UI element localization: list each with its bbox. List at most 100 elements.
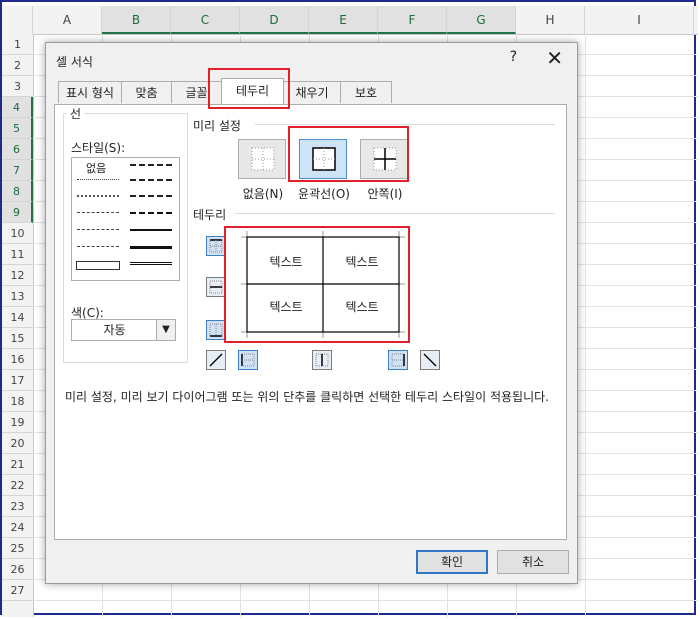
tab-protection[interactable]: 보호 — [340, 81, 392, 103]
row-header[interactable]: 23 — [2, 496, 33, 517]
presets-divider — [255, 124, 555, 125]
select-all-corner[interactable] — [2, 6, 33, 34]
preset-none-label: 없음(N) — [242, 187, 284, 201]
line-style-option[interactable] — [130, 262, 172, 265]
row-header[interactable]: 17 — [2, 370, 33, 391]
border-top-icon — [209, 239, 223, 253]
border-tab-panel: 선 스타일(S): 없음 색(C): 자동 ▼ 미리 설정 없음(N) 윤곽선(… — [54, 104, 567, 540]
row-header[interactable]: 10 — [2, 223, 33, 244]
line-style-option[interactable] — [77, 195, 119, 197]
border-left-button[interactable] — [238, 350, 258, 370]
row-header[interactable]: 3 — [2, 76, 33, 97]
row-header[interactable]: 18 — [2, 391, 33, 412]
row-header[interactable]: 21 — [2, 454, 33, 475]
row-header[interactable]: 4 — [2, 97, 33, 118]
column-header-a[interactable]: A — [33, 6, 102, 34]
line-style-option[interactable] — [130, 246, 172, 249]
border-inside-horizontal-icon — [209, 280, 223, 294]
row-header[interactable]: 27 — [2, 580, 33, 601]
line-style-option[interactable] — [77, 246, 119, 247]
row-header[interactable]: 25 — [2, 538, 33, 559]
border-bottom-button[interactable] — [206, 320, 226, 340]
line-style-none[interactable]: 없음 — [86, 160, 106, 176]
row-header-bar: 1 2 3 4 5 6 7 8 9 10 11 12 13 14 15 16 1… — [2, 34, 34, 617]
column-header-h[interactable]: H — [516, 6, 585, 34]
style-label: 스타일(S): — [71, 141, 126, 155]
hint-text: 미리 설정, 미리 보기 다이어그램 또는 위의 단추를 클릭하면 선택한 테두… — [65, 390, 549, 404]
color-value: 자동 — [103, 323, 126, 337]
line-style-option[interactable] — [130, 195, 172, 197]
line-style-option[interactable] — [77, 179, 119, 180]
row-header[interactable]: 6 — [2, 139, 33, 160]
color-dropdown[interactable]: 자동 ▼ — [71, 319, 176, 341]
row-header[interactable]: 26 — [2, 559, 33, 580]
border-diagonal-down-button[interactable] — [420, 350, 440, 370]
close-icon[interactable]: ✕ — [546, 46, 563, 70]
border-inside-vertical-button[interactable] — [312, 350, 332, 370]
line-style-option[interactable] — [130, 229, 172, 231]
row-header[interactable]: 13 — [2, 286, 33, 307]
tab-border[interactable]: 테두리 — [221, 78, 284, 104]
preset-none-button[interactable] — [238, 139, 286, 179]
preview-text: 텍스트 — [345, 255, 379, 269]
tab-font[interactable]: 글꼴 — [171, 81, 222, 103]
border-inside-icon — [373, 147, 397, 171]
column-header-e[interactable]: E — [309, 6, 378, 34]
format-cells-dialog: 셀 서식 ? ✕ 표시 형식 맞춤 글꼴 테두리 채우기 보호 선 스타일(S)… — [45, 42, 578, 584]
row-header[interactable]: 14 — [2, 307, 33, 328]
column-header-i[interactable]: I — [585, 6, 694, 34]
tab-number-format[interactable]: 표시 형식 — [58, 81, 122, 103]
line-style-option[interactable] — [130, 179, 172, 181]
row-header[interactable]: 9 — [2, 202, 33, 223]
border-inside-vertical-icon — [315, 353, 329, 367]
row-header[interactable]: 5 — [2, 118, 33, 139]
row-header[interactable]: 20 — [2, 433, 33, 454]
border-bottom-icon — [209, 323, 223, 337]
line-style-option[interactable] — [77, 229, 119, 230]
column-header-g[interactable]: G — [447, 6, 516, 34]
row-header[interactable]: 1 — [2, 34, 33, 55]
line-style-option[interactable] — [130, 164, 172, 166]
line-style-option[interactable] — [77, 212, 119, 213]
row-header[interactable]: 8 — [2, 181, 33, 202]
column-header-d[interactable]: D — [240, 6, 309, 34]
tab-fill[interactable]: 채우기 — [283, 81, 341, 103]
column-header-c[interactable]: C — [171, 6, 240, 34]
row-header[interactable]: 7 — [2, 160, 33, 181]
border-right-icon — [391, 353, 405, 367]
border-diagonal-up-button[interactable] — [206, 350, 226, 370]
help-button[interactable]: ? — [510, 49, 517, 65]
cancel-button[interactable]: 취소 — [497, 550, 569, 574]
row-header[interactable]: 19 — [2, 412, 33, 433]
row-header[interactable]: 24 — [2, 517, 33, 538]
column-header-f[interactable]: F — [378, 6, 447, 34]
border-right-button[interactable] — [388, 350, 408, 370]
preview-grid-lines — [241, 231, 405, 338]
preview-text: 텍스트 — [269, 255, 303, 269]
border-none-icon — [251, 147, 275, 171]
line-style-selected[interactable] — [76, 261, 120, 270]
line-group-title: 선 — [67, 105, 85, 122]
row-header[interactable]: 12 — [2, 265, 33, 286]
preset-inside-button[interactable] — [360, 139, 408, 179]
diagonal-down-icon — [423, 353, 437, 367]
border-outline-icon — [312, 147, 336, 171]
row-header[interactable]: 11 — [2, 244, 33, 265]
row-header[interactable]: 22 — [2, 475, 33, 496]
border-left-icon — [241, 353, 255, 367]
line-style-list[interactable]: 없음 — [71, 157, 180, 281]
row-header[interactable]: 16 — [2, 349, 33, 370]
ok-button[interactable]: 확인 — [416, 550, 488, 574]
column-header-b[interactable]: B — [102, 6, 171, 34]
dialog-title: 셀 서식 — [56, 55, 93, 69]
border-inside-horizontal-button[interactable] — [206, 277, 226, 297]
tab-alignment[interactable]: 맞춤 — [121, 81, 172, 103]
preset-inside-label: 안쪽(I) — [367, 187, 403, 201]
row-header[interactable]: 15 — [2, 328, 33, 349]
chevron-down-icon[interactable]: ▼ — [156, 320, 175, 340]
border-top-button[interactable] — [206, 236, 226, 256]
row-header[interactable]: 2 — [2, 55, 33, 76]
line-style-option[interactable] — [130, 212, 172, 214]
border-preview[interactable]: 텍스트 텍스트 텍스트 텍스트 — [241, 231, 405, 338]
preset-outline-button[interactable] — [299, 139, 347, 179]
